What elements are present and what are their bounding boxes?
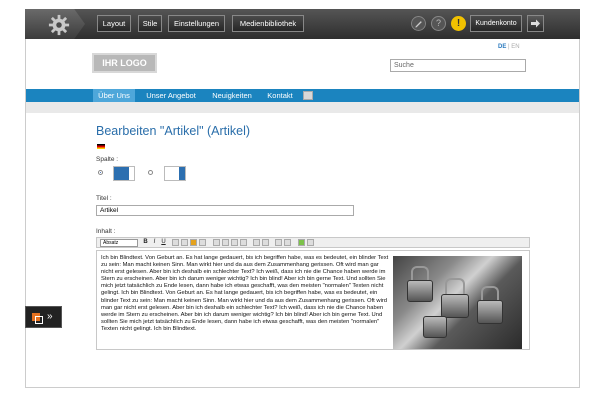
italic-button[interactable]: I xyxy=(151,239,158,246)
column-radio-2[interactable] xyxy=(148,170,153,175)
kundenkonto-button[interactable]: Kundenkonto xyxy=(470,15,522,32)
image-icon[interactable] xyxy=(298,239,305,246)
einstellungen-button[interactable]: Einstellungen xyxy=(168,15,225,32)
edit-icon[interactable] xyxy=(411,16,426,31)
nav-item-ueber-uns[interactable]: Über Uns xyxy=(93,89,135,102)
stile-button[interactable]: Stile xyxy=(138,15,162,32)
unlink-icon[interactable] xyxy=(284,239,291,246)
column-radio-1[interactable] xyxy=(98,170,103,175)
redo-icon[interactable] xyxy=(262,239,269,246)
layout-switch-icon-outline xyxy=(35,316,43,324)
page-title: Bearbeiten "Artikel" (Artikel) xyxy=(96,124,251,138)
arrow-right-icon xyxy=(531,19,540,28)
link-icon[interactable] xyxy=(275,239,282,246)
nav-item-unser-angebot[interactable]: Unser Angebot xyxy=(140,89,202,102)
format-select[interactable]: Absatz xyxy=(100,239,138,247)
bold-button[interactable]: B xyxy=(142,239,149,246)
sub-nav-bar xyxy=(26,102,579,113)
padlocks-image[interactable] xyxy=(393,256,522,349)
nav-edit-icon[interactable] xyxy=(303,91,313,100)
align-center-icon[interactable] xyxy=(181,239,188,246)
layout-option-narrow[interactable] xyxy=(164,166,186,181)
outdent-icon[interactable] xyxy=(231,239,238,246)
title-label: Titel : xyxy=(96,195,112,202)
column-label: Spalte : xyxy=(96,156,119,163)
site-logo[interactable]: IHR LOGO xyxy=(92,53,157,73)
flag-de-icon xyxy=(97,144,105,149)
underline-button[interactable]: U xyxy=(160,239,167,246)
media-icon[interactable] xyxy=(307,239,314,246)
nav-item-kontakt[interactable]: Kontakt xyxy=(262,89,298,102)
undo-icon[interactable] xyxy=(253,239,260,246)
indent-icon[interactable] xyxy=(240,239,247,246)
bullet-list-icon[interactable] xyxy=(213,239,220,246)
align-justify-icon[interactable] xyxy=(199,239,206,246)
lang-en-link[interactable]: EN xyxy=(511,44,519,50)
logout-button[interactable] xyxy=(527,15,544,32)
side-panel-toggle[interactable]: » xyxy=(25,306,62,328)
align-left-icon[interactable] xyxy=(172,239,179,246)
gear-icon[interactable] xyxy=(48,14,70,36)
medienbibliothek-button[interactable]: Medienbibliothek xyxy=(232,15,304,32)
editor-body-text[interactable]: Ich bin Blindtext. Von Geburt an. Es hat… xyxy=(101,255,391,333)
chevron-right-icon: » xyxy=(47,311,53,322)
language-switch: DE | EN xyxy=(498,44,520,50)
lang-separator: | xyxy=(508,44,510,50)
numbered-list-icon[interactable] xyxy=(222,239,229,246)
align-right-icon[interactable] xyxy=(190,239,197,246)
help-icon[interactable]: ? xyxy=(431,16,446,31)
title-input[interactable]: Artikel xyxy=(96,205,354,216)
layout-button[interactable]: Layout xyxy=(97,15,131,32)
content-label: Inhalt : xyxy=(96,228,116,235)
search-input[interactable]: Suche xyxy=(390,59,526,72)
layout-option-wide[interactable] xyxy=(113,166,135,181)
lang-de-link[interactable]: DE xyxy=(498,44,506,50)
warning-icon[interactable]: ! xyxy=(451,16,466,31)
nav-item-neuigkeiten[interactable]: Neuigkeiten xyxy=(207,89,257,102)
